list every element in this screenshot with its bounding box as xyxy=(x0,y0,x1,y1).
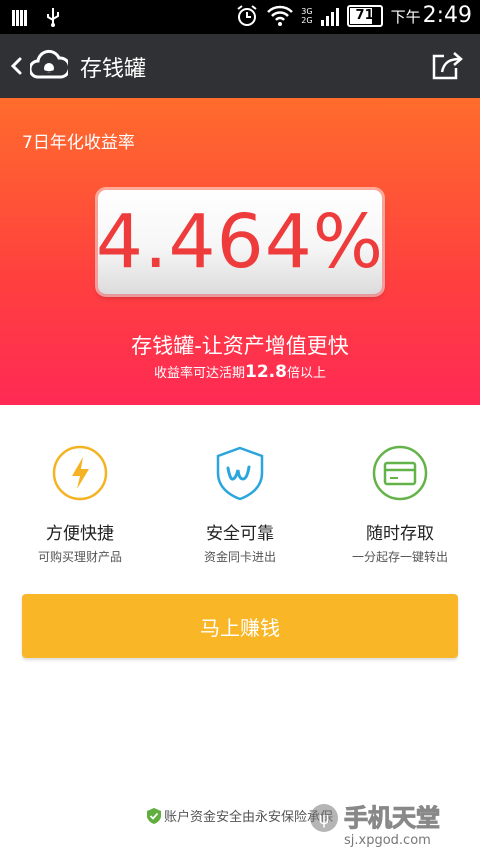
yield-label: 7日年化收益率 xyxy=(22,133,135,153)
feature-title: 安全可靠 xyxy=(206,524,274,544)
share-icon[interactable] xyxy=(432,50,464,82)
earn-money-button[interactable]: 马上赚钱 xyxy=(22,594,458,658)
status-bar: 3G 2G 71 下午2:49 xyxy=(0,0,480,34)
shield-w-icon xyxy=(216,446,264,501)
watermark-brand: 手机天堂 xyxy=(344,804,440,832)
feature-title: 方便快捷 xyxy=(46,524,114,544)
action-bar: 存钱罐 xyxy=(0,34,480,98)
feature-title: 随时存取 xyxy=(366,524,434,544)
network-top-label: 3G xyxy=(301,6,313,16)
feature-desc: 一分起存一键转出 xyxy=(351,550,448,564)
network-type: 3G 2G xyxy=(301,7,312,25)
lightning-icon xyxy=(52,445,108,501)
sub-slogan-suffix: 倍以上 xyxy=(286,366,326,381)
piggy-cloud-logo-icon xyxy=(30,49,68,79)
battery-indicator: 71 xyxy=(346,4,383,27)
svg-text:ψ: ψ xyxy=(319,809,330,828)
signal-bars-icon xyxy=(12,10,27,26)
feature-secure: 安全可靠 资金同卡进出 xyxy=(160,443,320,565)
feature-list: 方便快捷 可购买理财产品 安全可靠 资金同卡进出 随时存取 一分起存一键转出 xyxy=(0,405,480,575)
shield-check-icon xyxy=(146,808,161,824)
feature-desc: 可购买理财产品 xyxy=(37,550,122,564)
yield-hero-banner: 7日年化收益率 4.464% 存钱罐-让资产增值更快 收益率可达活期12.8倍以… xyxy=(0,98,480,405)
alarm-icon xyxy=(237,4,257,26)
clock: 下午2:49 xyxy=(391,3,472,28)
back-arrow-icon[interactable] xyxy=(8,53,24,79)
sub-slogan-multiple: 12.8 xyxy=(245,362,287,382)
feature-flexible: 随时存取 一分起存一键转出 xyxy=(320,443,480,565)
feature-convenient: 方便快捷 可购买理财产品 xyxy=(0,443,160,565)
clock-period: 下午 xyxy=(390,8,421,26)
earn-money-button-label: 马上赚钱 xyxy=(200,615,280,640)
clock-time: 2:49 xyxy=(422,3,472,28)
feature-desc: 资金同卡进出 xyxy=(203,550,276,564)
sub-slogan: 收益率可达活期12.8倍以上 xyxy=(0,362,480,382)
usb-icon xyxy=(47,8,59,27)
sub-slogan-prefix: 收益率可达活期 xyxy=(154,366,246,381)
battery-level: 71 xyxy=(355,8,374,23)
watermark-url: sj.xpgod.com xyxy=(344,833,431,848)
rate-display-box: 4.464% xyxy=(95,190,385,294)
page-title: 存钱罐 xyxy=(80,57,147,82)
card-icon xyxy=(372,445,428,501)
wifi-icon xyxy=(267,5,294,26)
cell-signal-icon xyxy=(320,7,339,26)
network-bottom-label: 2G xyxy=(301,15,313,25)
slogan: 存钱罐-让资产增值更快 xyxy=(131,334,349,358)
rate-value: 4.464% xyxy=(95,199,385,285)
watermark-logo: ψ 手机天堂 sj.xpgod.com xyxy=(310,804,441,848)
